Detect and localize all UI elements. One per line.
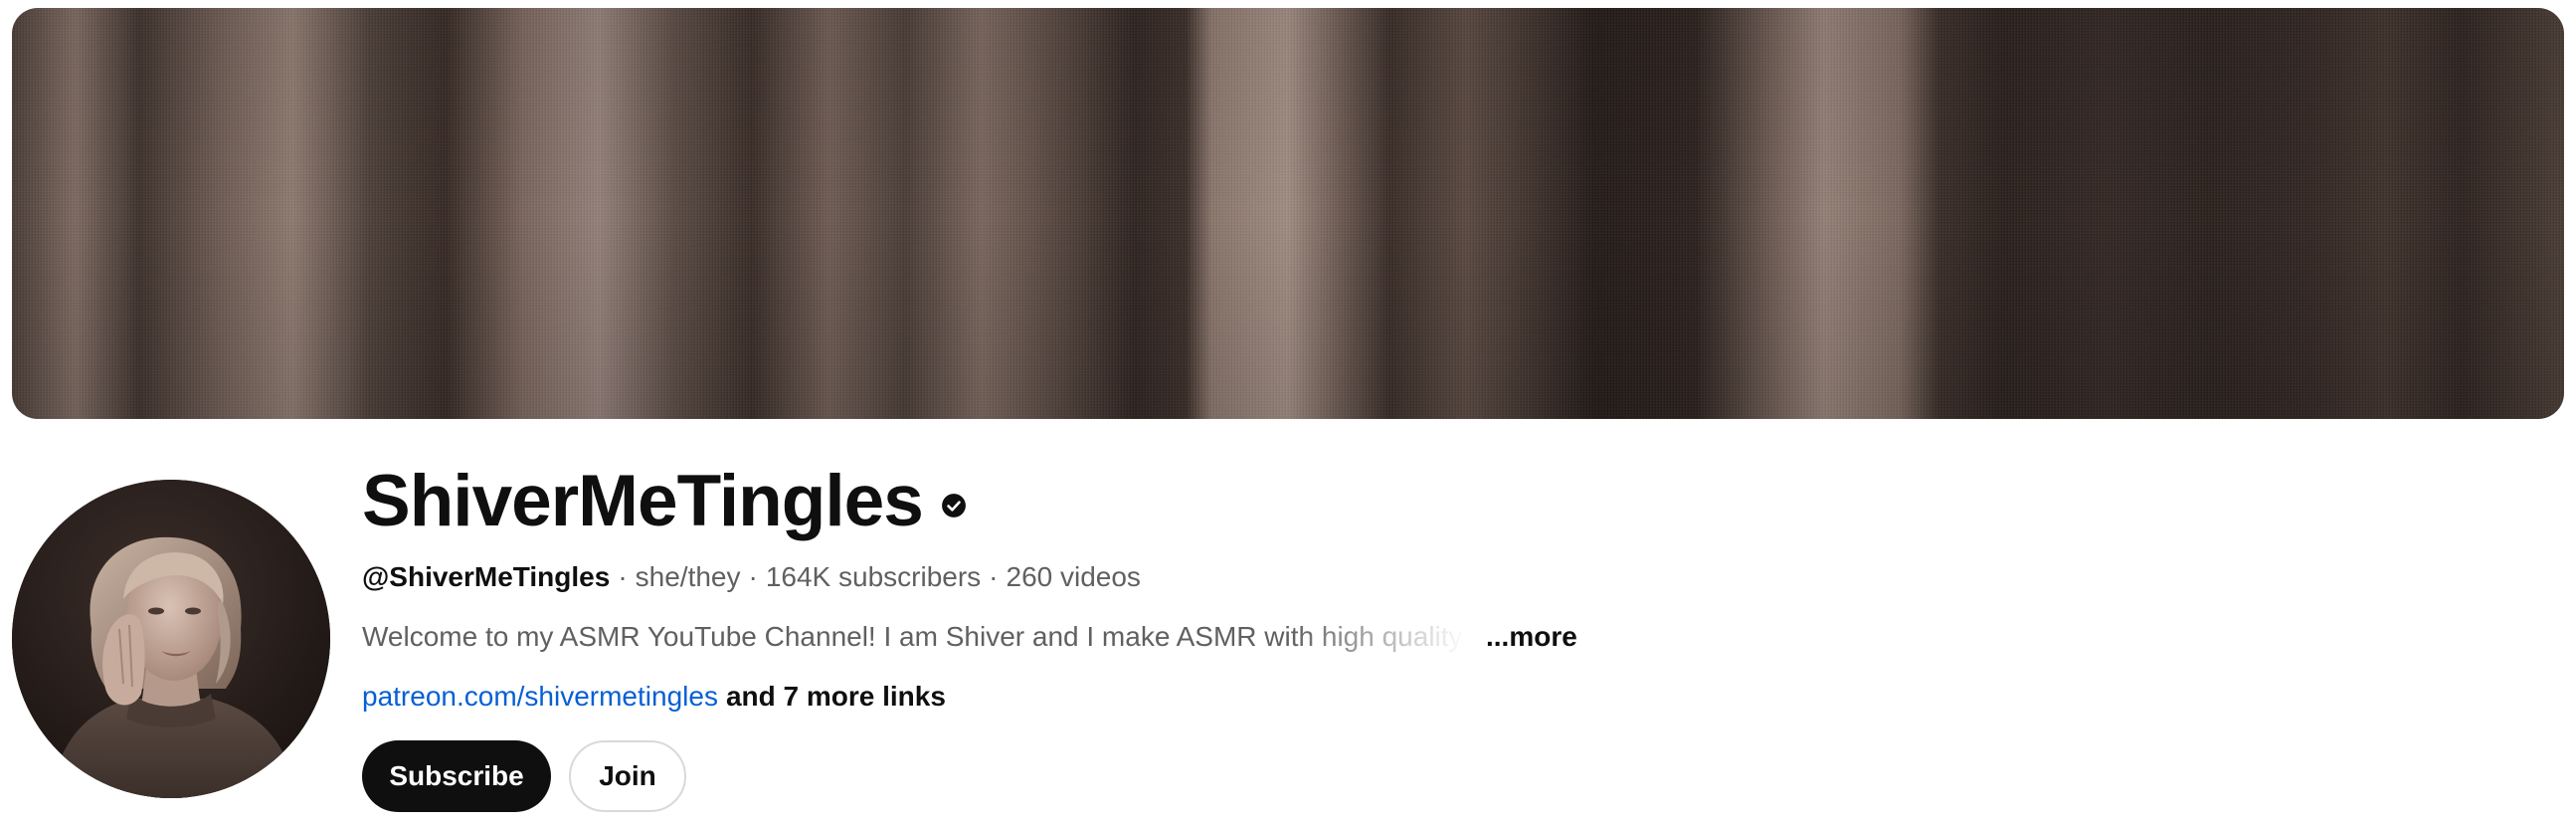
avatar-portrait-image	[12, 480, 330, 798]
verified-check-icon[interactable]	[941, 493, 967, 518]
channel-description[interactable]: Welcome to my ASMR YouTube Channel! I am…	[362, 619, 1577, 655]
join-button[interactable]: Join	[569, 740, 686, 812]
description-text[interactable]: Welcome to my ASMR YouTube Channel! I am…	[362, 619, 1466, 655]
channel-handle: @ShiverMeTingles	[362, 561, 611, 592]
channel-avatar[interactable]	[12, 480, 330, 798]
channel-meta: @ShiverMeTingles · she/they · 164K subscribe…	[362, 559, 1577, 595]
video-count: 260 videos	[1006, 561, 1141, 592]
subscribe-button[interactable]: Subscribe	[362, 740, 551, 812]
meta-separator: ·	[989, 561, 999, 592]
description-more-button[interactable]: ...more	[1486, 619, 1577, 655]
patreon-link[interactable]: patreon.com/shivermetingles	[362, 681, 718, 712]
channel-page: ShiverMeTingles @ShiverMeTingles · she/the…	[0, 0, 2576, 826]
channel-title: ShiverMeTingles	[362, 460, 924, 541]
channel-info: ShiverMeTingles @ShiverMeTingles · she/the…	[362, 456, 1577, 812]
subscriber-count: 164K subscribers	[765, 561, 982, 592]
meta-separator: ·	[748, 561, 758, 592]
channel-banner[interactable]	[12, 8, 2564, 419]
channel-links: patreon.com/shivermetingles and 7 more li…	[362, 679, 1577, 715]
action-buttons: Subscribe Join	[362, 740, 1577, 812]
title-row: ShiverMeTingles	[362, 456, 1577, 545]
channel-pronouns: she/they	[635, 561, 741, 592]
more-links-button[interactable]: and 7 more links	[726, 681, 946, 712]
meta-separator: ·	[618, 561, 628, 592]
